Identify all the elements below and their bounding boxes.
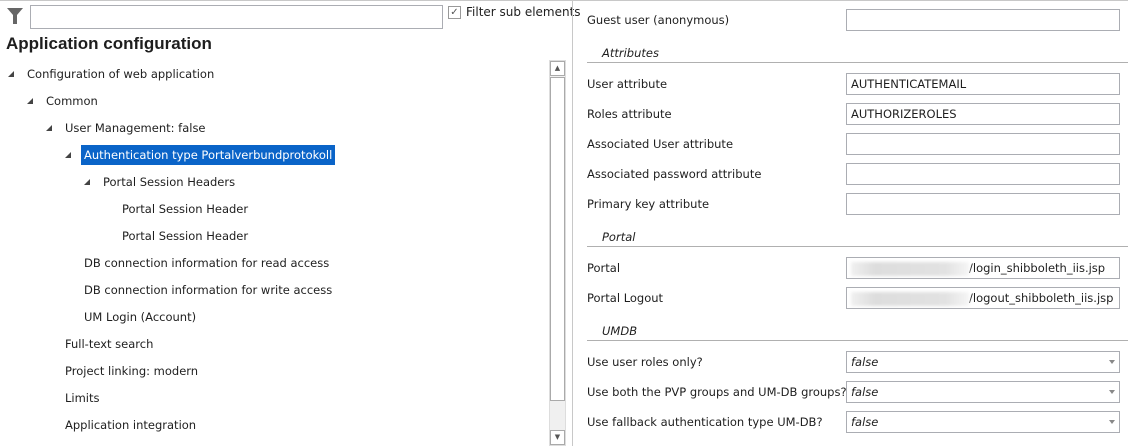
portal-label: Portal [587,261,621,275]
tree-item-label: Limits [65,391,100,405]
associated-password-attribute-input[interactable] [846,163,1120,185]
redacted-host [851,291,969,306]
section-umdb: UMDB [602,324,638,338]
section-divider [587,62,1128,63]
primary-key-attribute-input[interactable] [846,193,1120,215]
select-value: false [851,415,879,429]
associated-user-attribute-label: Associated User attribute [587,137,734,151]
guest-user-input[interactable] [846,9,1120,31]
filter-sub-elements-checkbox[interactable]: ✓ [448,6,461,19]
panel-divider[interactable] [572,0,573,446]
use-user-roles-only-select[interactable]: false [846,351,1120,373]
expand-arrow-icon[interactable] [65,152,71,158]
guest-user-label: Guest user (anonymous) [587,13,730,27]
section-portal: Portal [602,230,636,244]
expand-arrow-icon[interactable] [8,71,14,77]
associated-password-attribute-label: Associated password attribute [587,167,762,181]
section-attributes: Attributes [602,46,659,60]
roles-attribute-label: Roles attribute [587,107,672,121]
expand-arrow-icon[interactable] [46,125,52,131]
section-divider [587,246,1128,247]
tree-item-label: Portal Session Header [122,202,249,216]
chevron-down-icon [1109,360,1115,364]
tree-item-label: DB connection information for read acces… [84,256,330,270]
redacted-host [851,261,969,276]
portal-logout-value: /logout_shibboleth_iis.jsp [969,291,1114,305]
use-both-groups-label: Use both the PVP groups and UM-DB groups… [587,385,847,399]
tree-item-label: Common [46,94,98,108]
associated-user-attribute-input[interactable] [846,133,1120,155]
filter-sub-elements-label: Filter sub elements [466,5,581,19]
scroll-down-button[interactable]: ▼ [550,430,565,445]
user-attribute-input[interactable]: AUTHENTICATEMAIL [846,73,1120,95]
use-fallback-auth-select[interactable]: false [846,411,1120,433]
chevron-down-icon [1109,390,1115,394]
portal-input[interactable]: /login_shibboleth_iis.jsp [846,257,1120,279]
tree-item-label: User Management: false [65,121,206,135]
primary-key-attribute-label: Primary key attribute [587,197,710,211]
page-title: Application configuration [6,34,212,53]
tree-item-label: Configuration of web application [27,67,215,81]
tree-scrollbar[interactable]: ▲ ▼ [549,60,566,446]
expand-arrow-icon[interactable] [27,98,33,104]
use-fallback-auth-label: Use fallback authentication type UM-DB? [587,415,823,429]
section-divider [587,340,1128,341]
roles-attribute-input[interactable]: AUTHORIZEROLES [846,103,1120,125]
tree-item-label: UM Login (Account) [84,310,197,324]
portal-logout-input[interactable]: /logout_shibboleth_iis.jsp [846,287,1120,309]
filter-icon [7,8,23,24]
scroll-thumb[interactable] [550,77,565,401]
scroll-up-button[interactable]: ▲ [550,61,565,76]
user-attribute-label: User attribute [587,77,668,91]
tree-item-label: Portal Session Headers [103,175,236,189]
expand-arrow-icon[interactable] [84,179,90,185]
tree-item-label: Application integration [65,418,197,432]
chevron-down-icon [1109,420,1115,424]
portal-logout-label: Portal Logout [587,291,664,305]
top-border [0,0,1128,1]
tree-item-label: Full-text search [65,337,154,351]
tree-item-label: Project linking: modern [65,364,199,378]
use-both-groups-select[interactable]: false [846,381,1120,403]
filter-input[interactable] [30,5,443,29]
tree-item-label: DB connection information for write acce… [84,283,333,297]
tree-item-label: Portal Session Header [122,229,249,243]
select-value: false [851,355,879,369]
portal-value: /login_shibboleth_iis.jsp [969,261,1106,275]
tree-item-label: Authentication type Portalverbundprotoko… [81,145,336,165]
select-value: false [851,385,879,399]
use-user-roles-only-label: Use user roles only? [587,355,703,369]
